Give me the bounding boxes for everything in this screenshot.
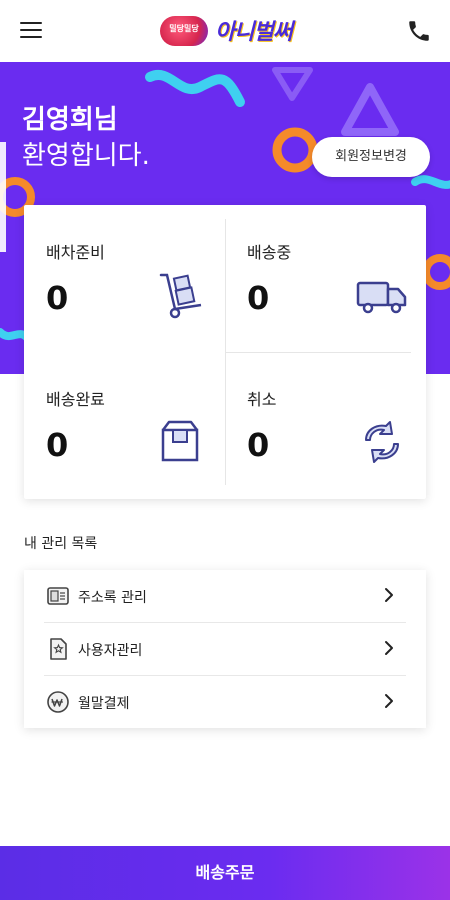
welcome-message: 김영희님 환영합니다.	[22, 102, 150, 174]
status-label: 배송중	[247, 243, 292, 262]
list-item-address-book[interactable]: 주소록 관리	[44, 570, 406, 622]
status-delivered[interactable]: 배송완료 0	[24, 352, 225, 499]
status-count: 0	[247, 426, 270, 464]
status-label: 배송완료	[46, 390, 105, 409]
status-count: 0	[46, 426, 69, 464]
delivery-truck-icon	[356, 281, 407, 314]
chevron-right-icon	[385, 694, 393, 708]
phone-icon[interactable]	[406, 18, 432, 44]
hamburger-menu-icon[interactable]	[20, 22, 42, 40]
list-item-label: 월말결제	[78, 696, 130, 712]
management-section-title: 내 관리 목록	[24, 536, 98, 552]
package-box-icon	[161, 420, 199, 462]
list-item-user-management[interactable]: 사용자관리	[44, 623, 406, 675]
list-item-monthly-payment[interactable]: 월말결제	[44, 676, 406, 728]
hand-truck-boxes-icon	[159, 273, 202, 319]
address-book-icon	[47, 587, 69, 605]
logo-badge-text: 밀당밀당	[169, 24, 199, 33]
list-item-label: 사용자관리	[78, 643, 143, 659]
status-label: 배차준비	[46, 243, 105, 262]
status-count: 0	[46, 279, 69, 317]
status-label: 취소	[247, 390, 277, 409]
delivery-order-button[interactable]: 배송주문	[0, 846, 450, 900]
user-document-icon	[50, 638, 67, 660]
won-coin-icon	[47, 691, 69, 713]
app-header: 밀당밀당 아니벌써	[0, 0, 450, 62]
greeting-line: 환영합니다.	[22, 141, 150, 171]
status-count: 0	[247, 279, 270, 317]
status-dispatch-ready[interactable]: 배차준비 0	[24, 205, 225, 352]
list-item-label: 주소록 관리	[78, 590, 147, 606]
management-list: 주소록 관리 사용자관리 월말결제	[24, 570, 426, 728]
status-cancelled[interactable]: 취소 0	[225, 352, 426, 499]
app-logo[interactable]: 밀당밀당 아니벌써	[160, 12, 300, 50]
chevron-right-icon	[385, 588, 393, 602]
logo-text: 아니벌써	[215, 20, 293, 45]
edit-profile-button[interactable]: 회원정보변경	[312, 137, 430, 177]
chevron-right-icon	[385, 641, 393, 655]
status-in-delivery[interactable]: 배송중 0	[225, 205, 426, 352]
refresh-arrows-icon	[365, 421, 399, 463]
delivery-status-card: 배차준비 0 배송중 0 배송완료 0 취소 0	[24, 205, 426, 499]
greeting-name: 김영희님	[22, 105, 118, 135]
